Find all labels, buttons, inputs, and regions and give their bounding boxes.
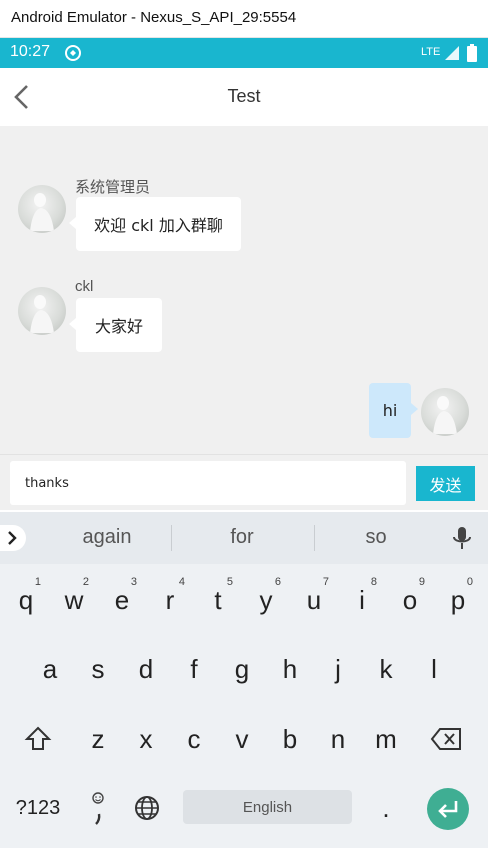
expand-suggestions-button[interactable] (0, 525, 26, 551)
avatar[interactable] (421, 388, 469, 436)
key-c[interactable]: c (173, 711, 215, 767)
key-label: p (450, 584, 466, 615)
chevron-right-icon (8, 531, 17, 545)
avatar-figure-icon (30, 295, 54, 333)
suggestion-divider (314, 525, 315, 551)
enter-arrow-icon (438, 801, 458, 818)
backspace-icon (430, 728, 461, 750)
battery-icon (467, 44, 477, 62)
chat-toolbar: Test (0, 68, 488, 126)
key-label: w (64, 584, 84, 615)
status-bar: 10:27 LTE (0, 38, 488, 68)
avatar-figure-icon (30, 193, 54, 231)
app-notification-icon (65, 45, 81, 61)
key-f[interactable]: f (173, 641, 215, 697)
message-bubble[interactable]: 欢迎 ckl 加入群聊 (69, 197, 241, 251)
suggestion-strip: again for so (0, 512, 488, 564)
message-bubble-outgoing[interactable]: hi (369, 383, 418, 438)
key-y[interactable]: y6 (245, 572, 287, 628)
send-button[interactable]: 发送 (416, 466, 475, 501)
enter-key[interactable] (427, 788, 469, 830)
key-label: o (402, 584, 418, 615)
key-hint: 0 (466, 576, 473, 588)
key-t[interactable]: t5 (197, 572, 239, 628)
composer-bar: 发送 (0, 454, 488, 510)
network-type: LTE (421, 46, 441, 58)
message-list[interactable]: 系统管理员 欢迎 ckl 加入群聊 ckl 大家好 hi (0, 126, 488, 454)
key-label: r (165, 584, 175, 615)
key-v[interactable]: v (221, 711, 263, 767)
suggestion-word[interactable]: so (316, 526, 436, 549)
key-d[interactable]: d (125, 641, 167, 697)
avatar-figure-icon (433, 396, 457, 434)
key-s[interactable]: s (77, 641, 119, 697)
soft-keyboard: again for so q1 w2 e3 r4 t5 y6 u7 i8 o9 … (0, 512, 488, 848)
language-key[interactable] (126, 780, 168, 836)
key-w[interactable]: w2 (53, 572, 95, 628)
window-title-bar: Android Emulator - Nexus_S_API_29:5554 (0, 0, 488, 38)
shift-icon (24, 726, 52, 750)
key-x[interactable]: x (125, 711, 167, 767)
suggestion-divider (171, 525, 172, 551)
key-n[interactable]: n (317, 711, 359, 767)
key-hint: 6 (274, 576, 281, 588)
emoji-comma-icon (92, 792, 104, 825)
suggestion-word[interactable]: again (47, 526, 167, 549)
key-j[interactable]: j (317, 641, 359, 697)
key-q[interactable]: q1 (5, 572, 47, 628)
page-title: Test (227, 86, 261, 106)
key-r[interactable]: r4 (149, 572, 191, 628)
key-z[interactable]: z (77, 711, 119, 767)
key-label: e (114, 584, 130, 615)
key-hint: 3 (130, 576, 137, 588)
key-hint: 9 (418, 576, 425, 588)
key-h[interactable]: h (269, 641, 311, 697)
space-key[interactable]: English (183, 790, 352, 824)
key-l[interactable]: l (413, 641, 455, 697)
message-input[interactable] (10, 461, 406, 505)
key-label: u (306, 584, 322, 615)
avatar[interactable] (18, 287, 66, 335)
window-title: Android Emulator - Nexus_S_API_29:5554 (11, 9, 297, 26)
key-label: i (359, 584, 365, 615)
key-hint: 7 (322, 576, 329, 588)
microphone-icon[interactable] (451, 526, 473, 550)
avatar[interactable] (18, 185, 66, 233)
globe-icon (135, 796, 159, 820)
key-hint: 2 (82, 576, 89, 588)
key-e[interactable]: e3 (101, 572, 143, 628)
backspace-key[interactable] (425, 711, 467, 767)
key-label: t (214, 584, 222, 615)
status-time: 10:27 (10, 43, 51, 60)
period-key[interactable]: . (365, 780, 407, 836)
key-p[interactable]: p0 (437, 572, 479, 628)
key-g[interactable]: g (221, 641, 263, 697)
key-hint: 5 (226, 576, 233, 588)
key-label: q (18, 584, 34, 615)
key-b[interactable]: b (269, 711, 311, 767)
message-sender: ckl (75, 278, 94, 295)
key-hint: 4 (178, 576, 185, 588)
symbols-key[interactable]: ?123 (10, 780, 66, 836)
shift-key[interactable] (17, 711, 59, 767)
message-sender: 系统管理员 (75, 179, 151, 196)
signal-icon (445, 46, 459, 60)
key-m[interactable]: m (365, 711, 407, 767)
emoji-key[interactable] (77, 780, 119, 836)
key-hint: 8 (370, 576, 377, 588)
key-o[interactable]: o9 (389, 572, 431, 628)
suggestion-word[interactable]: for (182, 526, 302, 549)
key-a[interactable]: a (29, 641, 71, 697)
emulator-window: Android Emulator - Nexus_S_API_29:5554 1… (0, 0, 488, 848)
key-i[interactable]: i8 (341, 572, 383, 628)
key-hint: 1 (34, 576, 41, 588)
key-k[interactable]: k (365, 641, 407, 697)
key-label: y (259, 584, 273, 615)
message-bubble[interactable]: 大家好 (69, 298, 162, 352)
key-u[interactable]: u7 (293, 572, 335, 628)
